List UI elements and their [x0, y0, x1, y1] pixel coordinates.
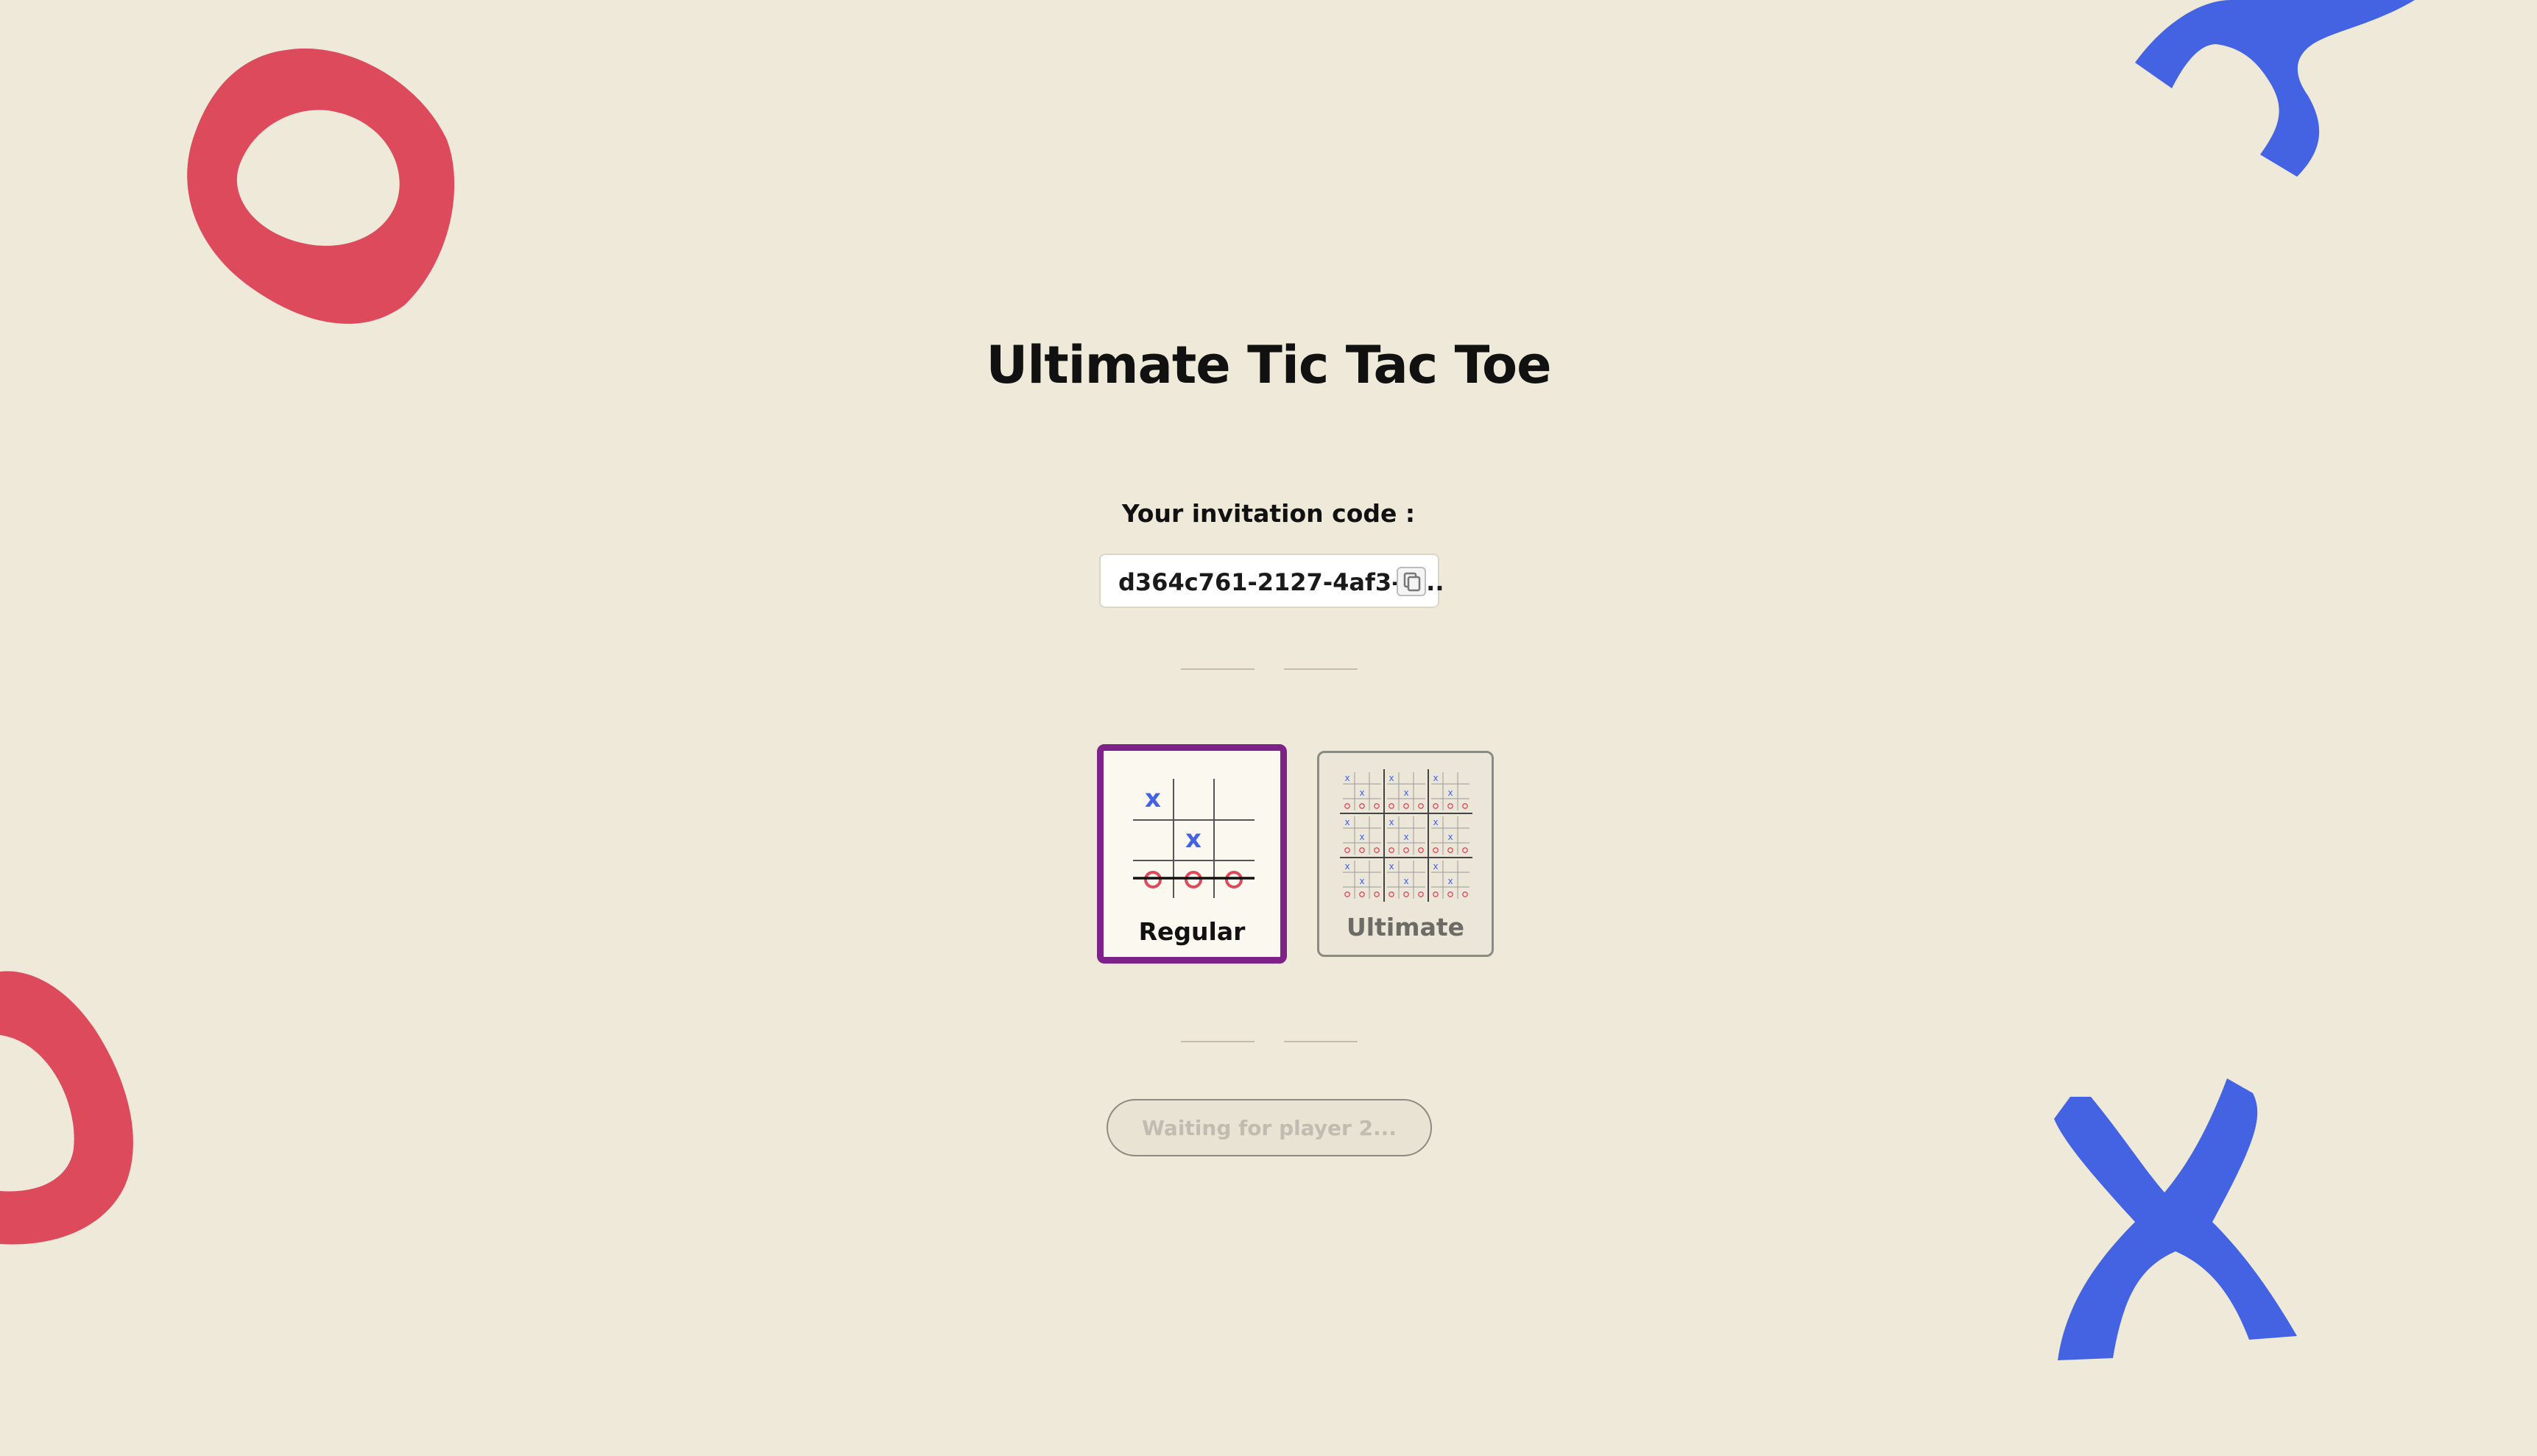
invitation-code-value: d364c761-2127-4af3-a... [1118, 568, 1444, 596]
mode-label-regular: Regular [1138, 917, 1246, 946]
svg-text:x: x [1359, 832, 1364, 842]
svg-text:x: x [1359, 876, 1364, 886]
svg-text:x: x [1447, 832, 1453, 842]
copy-icon [1403, 572, 1421, 592]
mode-option-regular[interactable]: x x Regular [1097, 744, 1287, 964]
svg-text:x: x [1344, 773, 1349, 783]
svg-text:x: x [1447, 876, 1453, 886]
svg-text:x: x [1403, 788, 1408, 798]
svg-text:x: x [1433, 817, 1438, 827]
mode-label-ultimate: Ultimate [1346, 913, 1464, 941]
svg-text:x: x [1389, 817, 1394, 827]
divider-left [1181, 668, 1255, 670]
divider-left-lower [1181, 1041, 1255, 1042]
decorative-o-left [0, 971, 133, 1245]
divider-right [1284, 668, 1358, 670]
svg-text:x: x [1447, 788, 1453, 798]
invitation-code-label: Your invitation code : [1121, 499, 1416, 528]
svg-text:x: x [1359, 788, 1364, 798]
divider-right-lower [1284, 1041, 1358, 1042]
invitation-code-field[interactable]: d364c761-2127-4af3-a... [1099, 554, 1444, 608]
regular-board-icon: x x [1133, 779, 1255, 898]
page-title: Ultimate Tic Tac Toe [986, 335, 1551, 395]
svg-text:x: x [1185, 824, 1202, 854]
svg-text:x: x [1433, 773, 1438, 783]
svg-text:x: x [1389, 861, 1394, 872]
svg-text:x: x [1433, 861, 1438, 872]
copy-code-button[interactable] [1397, 567, 1426, 596]
waiting-status-button: Waiting for player 2... [1107, 1099, 1432, 1156]
decorative-x-bottom-right [2054, 1078, 2297, 1360]
svg-text:x: x [1344, 861, 1349, 872]
svg-text:x: x [1389, 773, 1394, 783]
svg-text:x: x [1403, 832, 1408, 842]
svg-text:x: x [1145, 784, 1161, 813]
svg-text:x: x [1344, 817, 1349, 827]
decorative-x-top-right [2135, 0, 2415, 177]
mode-option-ultimate[interactable]: xxxxxxxxxxxxxxxxxx Ultimate [1317, 751, 1494, 957]
decorative-o-top-left [187, 48, 455, 324]
svg-text:x: x [1403, 876, 1408, 886]
ultimate-board-icon: xxxxxxxxxxxxxxxxxx [1340, 769, 1472, 902]
